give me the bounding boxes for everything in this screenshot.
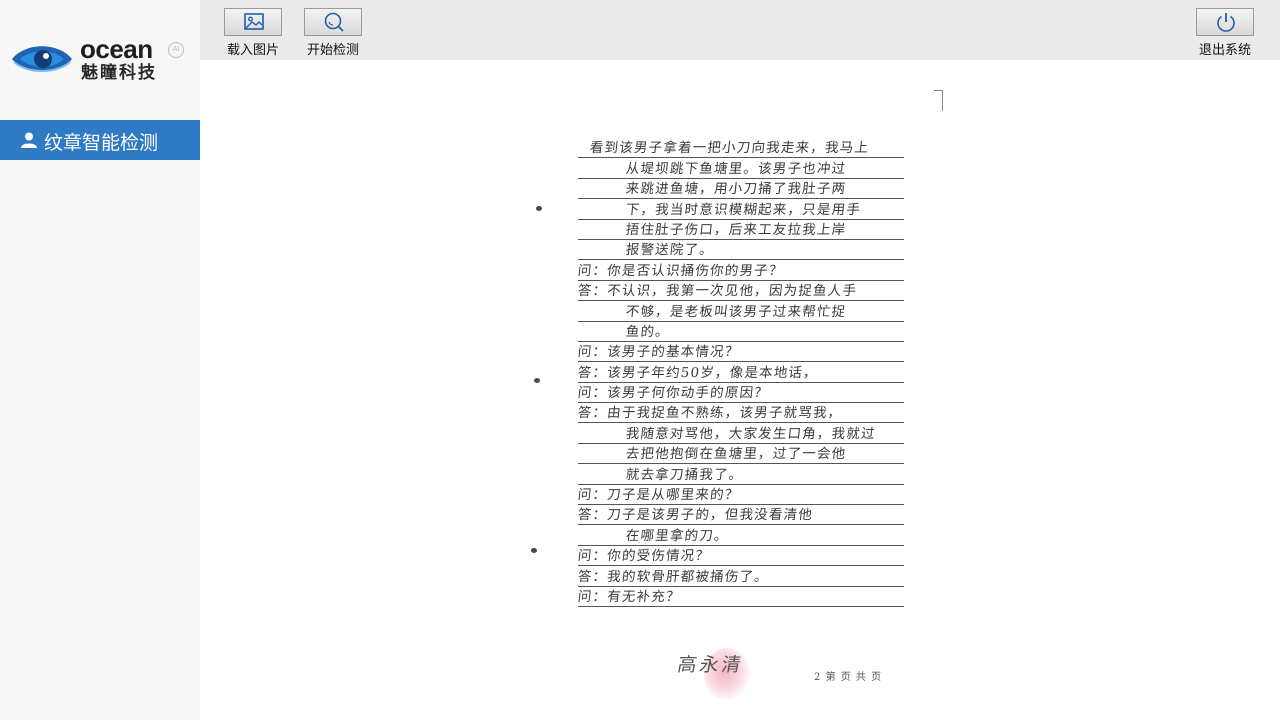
sidebar-item-label: 纹章智能检测: [44, 132, 159, 154]
load-image-button-face[interactable]: [224, 8, 282, 36]
ruled-line: 鱼的。: [578, 322, 904, 342]
punch-hole: [531, 548, 537, 553]
handwritten-text: 鱼的。: [624, 323, 671, 340]
start-detect-button-face[interactable]: [304, 8, 362, 36]
handwritten-text: 我随意对骂他，大家发生口角，我就过: [624, 425, 877, 442]
ruled-line: 去把他抱倒在鱼塘里，过了一会他: [578, 444, 904, 465]
exit-system-button-face[interactable]: [1196, 8, 1254, 36]
page-corner-mark: [934, 90, 943, 111]
handwritten-text: 去把他抱倒在鱼塘里，过了一会他: [624, 446, 848, 463]
ruled-line: 答：我的软骨肝都被捅伤了。: [576, 566, 904, 587]
exit-system-label: 退出系统: [1198, 43, 1251, 58]
handwritten-text: 问：你的受伤情况？: [576, 548, 711, 565]
ruled-line: 不够，是老板叫该男子过来帮忙捉: [578, 301, 904, 322]
search-icon: [324, 12, 344, 32]
ruled-line: 在哪里拿的刀。: [578, 525, 904, 546]
load-image-button[interactable]: 载入图片: [223, 8, 285, 58]
page-number-value: 2: [814, 672, 822, 683]
ruled-line: 答：由于我捉鱼不熟练，该男子就骂我，: [576, 403, 904, 424]
ruled-line: 问：你的受伤情况？: [576, 546, 904, 567]
handwritten-text: 答：刀子是该男子的，但我没看清他: [576, 507, 814, 524]
handwritten-text: 看到该男子拿着一把小刀向我走来，我马上: [588, 140, 870, 157]
handwritten-text: 捂住肚子伤口，后来工友拉我上岸: [624, 221, 848, 238]
power-icon: [1217, 13, 1235, 32]
handwritten-text: 问：你是否认识捅伤你的男子？: [576, 262, 785, 279]
handwritten-text: 答：该男子年约50岁，像是本地话，: [576, 364, 819, 381]
image-icon: [244, 13, 264, 30]
handwritten-text: 答：由于我捉鱼不熟练，该男子就骂我，: [576, 405, 844, 422]
handwritten-text: 问：刀子是从哪里来的？: [576, 487, 741, 504]
page-number: 2 第 页 共 页: [814, 668, 882, 683]
sidebar-item-seal-detection[interactable]: 纹章智能检测: [0, 120, 200, 160]
ruled-line: 答：不认识，我第一次见他，因为捉鱼人手: [576, 281, 904, 302]
handwritten-text: 从堤坝跳下鱼塘里。该男子也冲过: [624, 160, 848, 177]
user-icon: [21, 132, 37, 148]
ruled-line: 捂住肚子伤口，后来工友拉我上岸: [578, 220, 904, 240]
ruled-line: 问：该男子的基本情况？: [576, 342, 904, 363]
start-detect-button[interactable]: 开始检测: [303, 8, 365, 58]
handwritten-lines: 看到该男子拿着一把小刀向我走来，我马上从堤坝跳下鱼塘里。该男子也冲过 来跳进鱼塘，…: [576, 138, 904, 607]
ruled-line: 答：该男子年约50岁，像是本地话，: [576, 362, 904, 383]
ruled-line: 问：你是否认识捅伤你的男子？: [576, 260, 904, 281]
handwritten-text: 答：我的软骨肝都被捅伤了。: [576, 568, 770, 585]
signature: 高永清: [675, 654, 746, 676]
ruled-line: 下，我当时意识模糊起来，只是用手: [578, 199, 904, 220]
ruled-line: 报警送院了。: [578, 240, 904, 261]
handwritten-text: 在哪里拿的刀。: [624, 527, 730, 544]
punch-hole: [536, 206, 542, 211]
handwritten-text: 报警送院了。: [624, 242, 715, 259]
handwritten-text: 问：该男子的基本情况？: [576, 344, 741, 361]
eye-logo-icon: [12, 46, 72, 72]
ruled-line: 来跳进鱼塘，用小刀捅了我肚子两: [578, 179, 904, 200]
brand-logo: ocean AI 魅瞳科技: [10, 34, 190, 83]
toolbar: 载入图片 开始检测 退出系统: [200, 0, 1280, 60]
ruled-line: 就去拿刀捅我了。: [578, 464, 904, 485]
handwritten-text: 来跳进鱼塘，用小刀捅了我肚子两: [624, 181, 848, 198]
logo-chinese-name: 魅瞳科技: [81, 63, 157, 83]
ruled-line: 问：刀子是从哪里来的？: [576, 485, 904, 506]
page-number-label: 第 页 共 页: [825, 672, 883, 683]
start-detect-label: 开始检测: [306, 43, 359, 58]
document-canvas: 看到该男子拿着一把小刀向我走来，我马上从堤坝跳下鱼塘里。该男子也冲过 来跳进鱼塘，…: [200, 60, 1280, 720]
handwritten-text: 下，我当时意识模糊起来，只是用手: [624, 201, 862, 218]
sidebar: ocean AI 魅瞳科技 纹章智能检测: [0, 0, 200, 720]
punch-hole: [534, 378, 540, 383]
ruled-line: 答：刀子是该男子的，但我没看清他: [576, 505, 904, 526]
handwritten-text: 不够，是老板叫该男子过来帮忙捉: [624, 303, 848, 320]
ruled-line: 我随意对骂他，大家发生口角，我就过: [578, 423, 904, 444]
ruled-line: 看到该男子拿着一把小刀向我走来，我马上: [578, 138, 904, 159]
app-window: ocean AI 魅瞳科技 纹章智能检测 载入图片 开始检测 退出系统 看到该男…: [0, 0, 1280, 720]
load-image-label: 载入图片: [226, 43, 279, 58]
logo-ai-badge: AI: [168, 42, 184, 58]
handwritten-text: 问：该男子何你动手的原因？: [576, 385, 770, 402]
ruled-line: 从堤坝跳下鱼塘里。该男子也冲过: [578, 158, 904, 179]
handwritten-text: 问：有无补充？: [576, 588, 682, 605]
handwritten-text: 答：不认识，我第一次见他，因为捉鱼人手: [576, 283, 858, 300]
ruled-line: 问：有无补充？: [576, 587, 904, 607]
document-image: 看到该男子拿着一把小刀向我走来，我马上从堤坝跳下鱼塘里。该男子也冲过 来跳进鱼塘，…: [526, 88, 943, 720]
handwritten-text: 就去拿刀捅我了。: [624, 466, 745, 483]
exit-system-button[interactable]: 退出系统: [1195, 8, 1257, 58]
